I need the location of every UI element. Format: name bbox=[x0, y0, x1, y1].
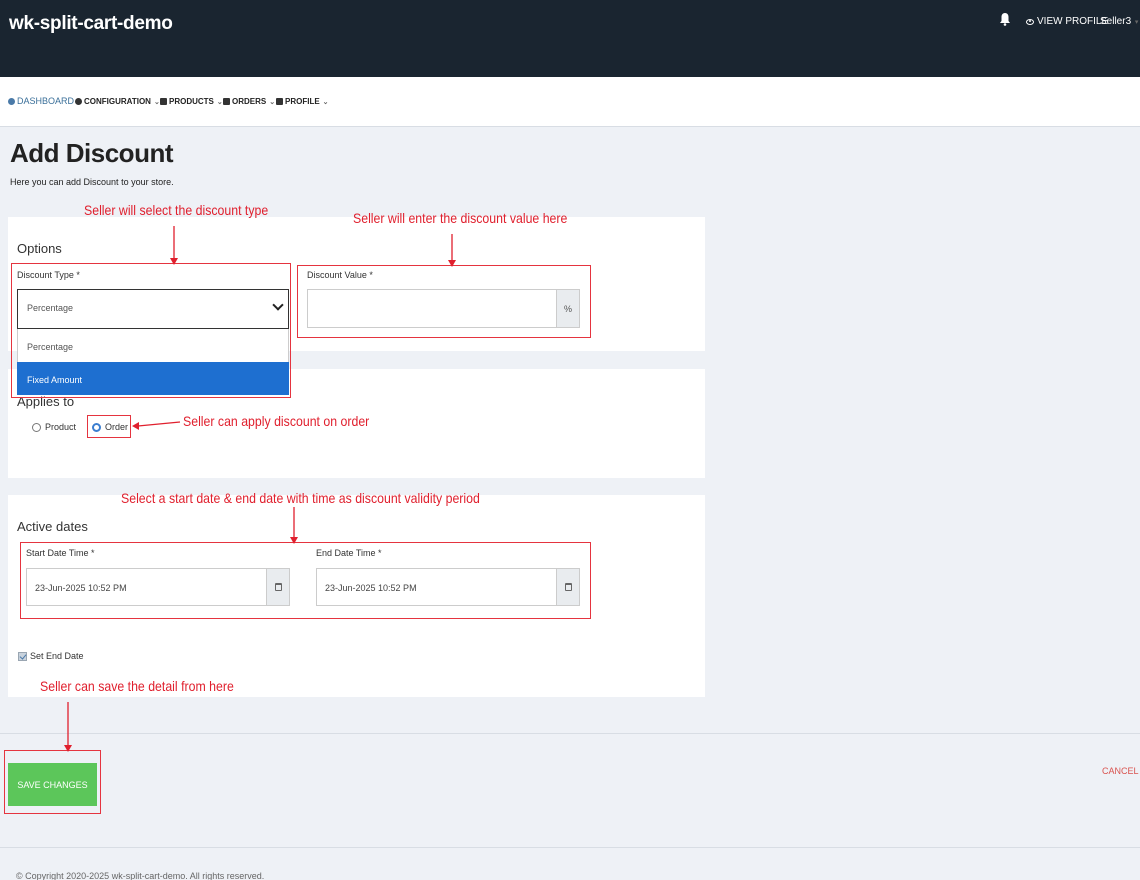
user-menu[interactable]: Seller3 ▾ bbox=[1100, 16, 1138, 27]
checkbox-checked bbox=[18, 651, 27, 661]
page-title: Add Discount bbox=[10, 138, 174, 168]
nav-orders-label: ORDERS bbox=[232, 97, 267, 106]
nav-profile-label: PROFILE bbox=[285, 97, 320, 106]
options-title: Options bbox=[17, 241, 62, 256]
action-divider-bottom bbox=[0, 847, 1140, 848]
orders-icon bbox=[223, 98, 230, 105]
highlight-box-save bbox=[4, 750, 101, 814]
nav-orders[interactable]: ORDERS ⌄ bbox=[223, 97, 275, 106]
annotation-discount-value: Seller will enter the discount value her… bbox=[353, 210, 568, 226]
chevron-down-icon: ⌄ bbox=[322, 98, 329, 106]
main-nav: DASHBOARD CONFIGURATION ⌄ PRODUCTS ⌄ ORD… bbox=[0, 77, 1140, 127]
set-end-date-label: Set End Date bbox=[30, 651, 84, 661]
nav-configuration[interactable]: CONFIGURATION ⌄ bbox=[75, 97, 160, 106]
radio-circle bbox=[32, 422, 41, 432]
action-divider-top bbox=[0, 733, 1140, 734]
top-bar: wk-split-cart-demo VIEW PROFILE Seller3 … bbox=[0, 0, 1140, 77]
nav-products[interactable]: PRODUCTS ⌄ bbox=[160, 97, 223, 106]
chevron-down-icon: ▾ bbox=[1134, 19, 1139, 26]
dates-title: Active dates bbox=[17, 519, 88, 534]
annotation-order: Seller can apply discount on order bbox=[183, 413, 370, 429]
highlight-box-order bbox=[87, 415, 131, 438]
page-subtitle: Here you can add Discount to your store. bbox=[10, 177, 174, 187]
profile-icon bbox=[276, 98, 283, 105]
highlight-box-discount-value bbox=[297, 265, 591, 338]
annotation-save: Seller can save the detail from here bbox=[40, 678, 234, 694]
radio-product[interactable]: Product bbox=[32, 422, 76, 432]
gear-icon bbox=[75, 98, 82, 105]
nav-dashboard[interactable]: DASHBOARD bbox=[8, 96, 74, 106]
highlight-box-dates bbox=[20, 542, 591, 619]
brand-title[interactable]: wk-split-cart-demo bbox=[9, 13, 173, 35]
radio-product-label: Product bbox=[45, 422, 77, 432]
nav-profile[interactable]: PROFILE ⌄ bbox=[276, 97, 329, 106]
eye-icon bbox=[1026, 18, 1034, 25]
dashboard-icon bbox=[8, 97, 15, 105]
nav-configuration-label: CONFIGURATION bbox=[84, 97, 151, 106]
annotation-dates: Select a start date & end date with time… bbox=[121, 490, 480, 506]
view-profile-link[interactable]: VIEW PROFILE bbox=[1026, 16, 1108, 27]
chevron-down-icon: ⌄ bbox=[153, 98, 160, 106]
nav-dashboard-label: DASHBOARD bbox=[17, 96, 75, 106]
annotation-discount-type: Seller will select the discount type bbox=[84, 202, 269, 218]
view-profile-label: VIEW PROFILE bbox=[1037, 16, 1109, 27]
chevron-down-icon: ⌄ bbox=[269, 98, 276, 106]
user-name: Seller3 bbox=[1100, 16, 1132, 27]
bell-icon[interactable] bbox=[999, 12, 1011, 26]
set-end-date-checkbox[interactable]: Set End Date bbox=[18, 651, 84, 661]
products-icon bbox=[160, 98, 167, 105]
chevron-down-icon: ⌄ bbox=[216, 98, 223, 106]
highlight-box-discount-type bbox=[11, 263, 291, 398]
footer-copyright: © Copyright 2020-2025 wk-split-cart-demo… bbox=[16, 871, 265, 880]
nav-products-label: PRODUCTS bbox=[169, 97, 214, 106]
cancel-link[interactable]: CANCEL bbox=[1102, 766, 1139, 776]
